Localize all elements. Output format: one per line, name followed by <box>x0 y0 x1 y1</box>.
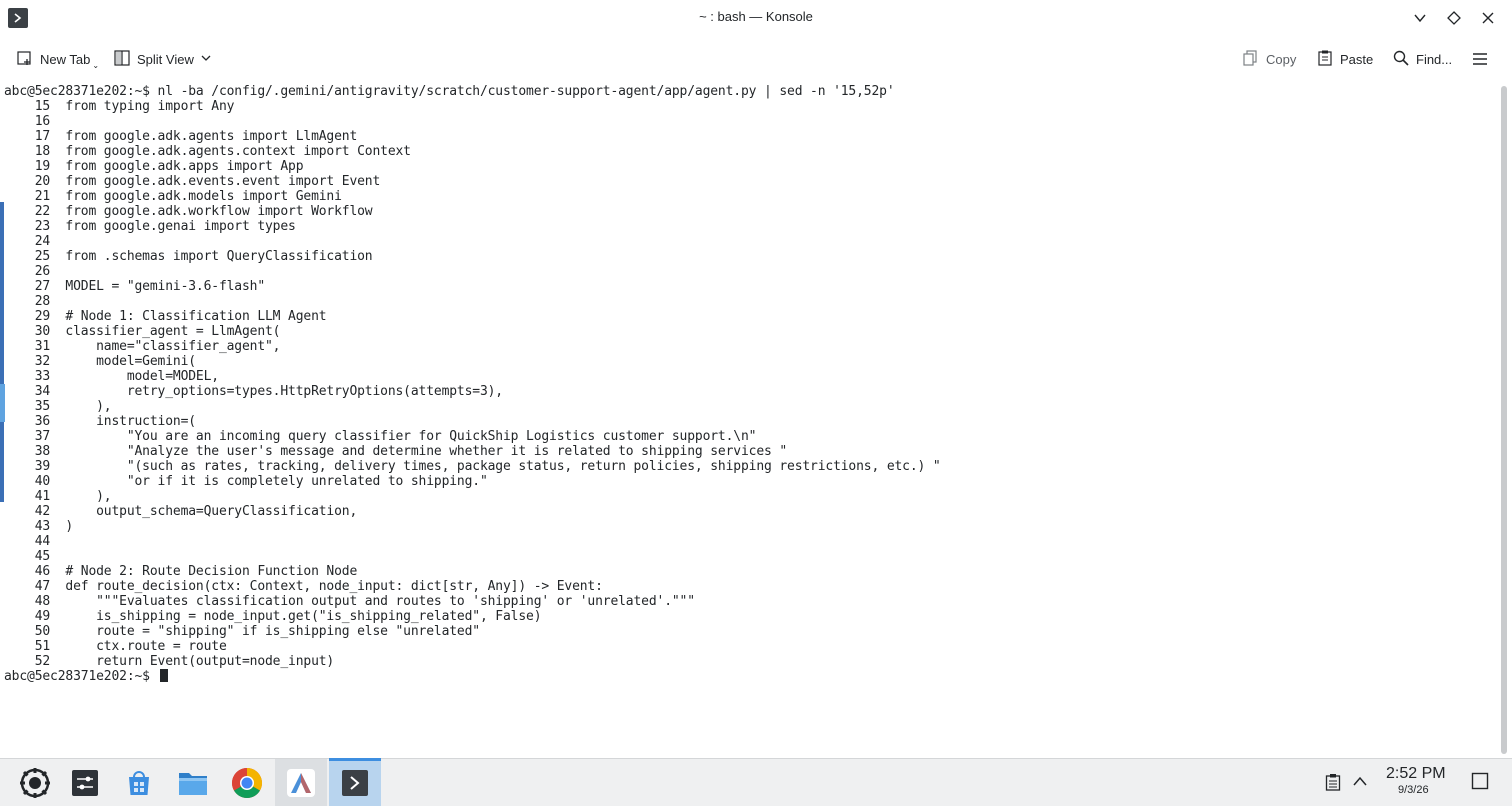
clock-time[interactable]: 2:52 PM <box>1386 765 1446 783</box>
terminal-line: 46 # Node 2: Route Decision Function Nod… <box>4 564 358 579</box>
terminal-line: 44 <box>4 534 51 549</box>
terminal-line: 40 "or if it is completely unrelated to … <box>4 474 488 489</box>
application-launcher-icon[interactable] <box>9 759 61 806</box>
terminal-line: abc@5ec28371e202:~$ nl -ba /config/.gemi… <box>4 84 895 99</box>
terminal-line: 23 from google.genai import types <box>4 219 296 234</box>
terminal-line: 50 route = "shipping" if is_shipping els… <box>4 624 480 639</box>
terminal-line: 42 output_schema=QueryClassification, <box>4 504 358 519</box>
terminal-line: 18 from google.adk.agents.context import… <box>4 144 411 159</box>
chevron-up-icon[interactable] <box>1352 774 1368 793</box>
antigravity-icon[interactable] <box>275 759 327 806</box>
terminal-line: 19 from google.adk.apps import App <box>4 159 304 174</box>
terminal-line: 33 model=MODEL, <box>4 369 219 384</box>
terminal-line: 27 MODEL = "gemini-3.6-flash" <box>4 279 266 294</box>
terminal-line: 52 return Event(output=node_input) <box>4 654 335 669</box>
terminal-line: 15 from typing import Any <box>4 99 235 114</box>
terminal-line: 49 is_shipping = node_input.get("is_ship… <box>4 609 542 624</box>
terminal-line: 34 retry_options=types.HttpRetryOptions(… <box>4 384 503 399</box>
split-view-button[interactable]: Split View <box>113 48 212 70</box>
terminal-line: 45 <box>4 549 51 564</box>
new-tab-label: New Tab <box>40 51 91 67</box>
terminal-line: 31 name="classifier_agent", <box>4 339 281 354</box>
new-tab-button[interactable]: New Tab ⌄ <box>16 48 99 70</box>
chrome-icon[interactable] <box>221 759 273 806</box>
maximize-icon[interactable] <box>1444 8 1464 28</box>
scroll-marker-highlight <box>0 384 5 422</box>
terminal-view[interactable]: abc@5ec28371e202:~$ nl -ba /config/.gemi… <box>0 82 1497 758</box>
system-settings-icon[interactable] <box>59 759 111 806</box>
hamburger-menu-icon[interactable] <box>1471 48 1489 70</box>
clock-date[interactable]: 9/3/26 <box>1398 784 1429 796</box>
terminal-line: 21 from google.adk.models import Gemini <box>4 189 342 204</box>
paste-button[interactable]: Paste <box>1316 48 1373 70</box>
terminal-prompt: abc@5ec28371e202:~$ <box>4 669 168 684</box>
terminal-line: 35 ), <box>4 399 112 414</box>
scrollbar-thumb[interactable] <box>1501 86 1507 754</box>
find-button[interactable]: Find... <box>1392 48 1452 70</box>
clipboard-icon[interactable] <box>1325 773 1341 796</box>
terminal-line: 25 from .schemas import QueryClassificat… <box>4 249 373 264</box>
window-title: ~ : bash — Konsole <box>699 9 813 24</box>
split-view-label: Split View <box>137 51 194 67</box>
terminal-line: 38 "Analyze the user's message and deter… <box>4 444 788 459</box>
copy-icon <box>1242 49 1260 70</box>
terminal-line: 36 instruction=( <box>4 414 196 429</box>
copy-button[interactable]: Copy <box>1242 48 1296 70</box>
terminal-line: 22 from google.adk.workflow import Workf… <box>4 204 373 219</box>
toolbar: New Tab ⌄ Split View Copy Paste Find... <box>0 36 1512 83</box>
terminal-line: 43 ) <box>4 519 74 534</box>
discover-store-icon[interactable] <box>113 759 165 806</box>
find-label: Find... <box>1416 51 1453 67</box>
active-task-indicator <box>329 758 381 761</box>
terminal-line: 48 """Evaluates classification output an… <box>4 594 695 609</box>
show-desktop-icon[interactable] <box>1471 772 1489 795</box>
paste-label: Paste <box>1340 51 1374 67</box>
copy-label: Copy <box>1266 51 1297 67</box>
paste-icon <box>1316 49 1334 70</box>
terminal-line: 28 <box>4 294 51 309</box>
minimize-icon[interactable] <box>1410 8 1430 28</box>
split-view-icon <box>113 49 131 70</box>
terminal-line: 32 model=Gemini( <box>4 354 196 369</box>
chevron-down-icon[interactable] <box>200 52 212 67</box>
close-icon[interactable] <box>1478 8 1498 28</box>
new-tab-dropdown-icon[interactable]: ⌄ <box>92 61 99 70</box>
terminal-scrollbar[interactable] <box>1497 82 1512 758</box>
konsole-icon[interactable] <box>329 759 381 806</box>
search-icon <box>1392 49 1410 70</box>
terminal-line: 26 <box>4 264 51 279</box>
text-cursor <box>159 669 168 682</box>
terminal-line: 39 "(such as rates, tracking, delivery t… <box>4 459 941 474</box>
new-tab-icon <box>16 49 34 70</box>
terminal-line: 17 from google.adk.agents import LlmAgen… <box>4 129 358 144</box>
taskbar <box>0 758 1512 806</box>
terminal-line: 29 # Node 1: Classification LLM Agent <box>4 309 327 324</box>
terminal-line: 16 <box>4 114 51 129</box>
terminal-line: 30 classifier_agent = LlmAgent( <box>4 324 281 339</box>
terminal-line: 51 ctx.route = route <box>4 639 227 654</box>
terminal-line: 47 def route_decision(ctx: Context, node… <box>4 579 603 594</box>
terminal-line: 20 from google.adk.events.event import E… <box>4 174 381 189</box>
file-manager-icon[interactable] <box>167 759 219 806</box>
terminal-line: 41 ), <box>4 489 112 504</box>
window-titlebar: ~ : bash — Konsole <box>0 0 1512 36</box>
scroll-marker <box>0 202 4 502</box>
terminal-line: 24 <box>4 234 51 249</box>
terminal-line: 37 "You are an incoming query classifier… <box>4 429 757 444</box>
